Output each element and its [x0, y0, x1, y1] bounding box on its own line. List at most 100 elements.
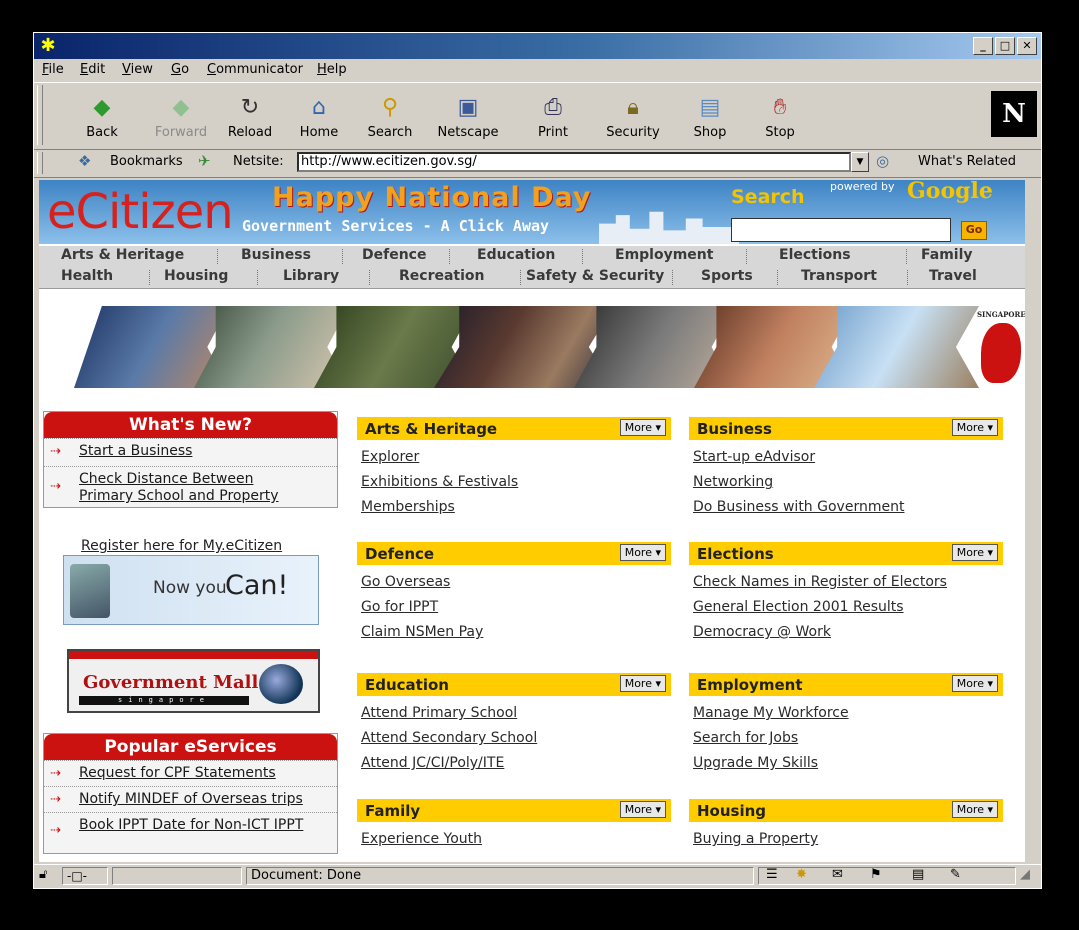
- location-icon[interactable]: ✈︎: [198, 152, 211, 170]
- section-link[interactable]: Buying a Property: [693, 831, 818, 847]
- section-link[interactable]: Exhibitions & Festivals: [361, 474, 518, 490]
- composer-icon[interactable]: ✎: [950, 867, 961, 882]
- section-link[interactable]: Explorer: [361, 449, 419, 465]
- section-link[interactable]: Go Overseas: [361, 574, 450, 590]
- section-title[interactable]: Defence: [365, 545, 434, 563]
- bookmarks-button[interactable]: Bookmarks: [110, 154, 183, 169]
- section-link[interactable]: Start-up eAdvisor: [693, 449, 815, 465]
- back-button[interactable]: ◆ Back: [69, 89, 135, 145]
- nav-elections[interactable]: Elections: [779, 247, 851, 263]
- more-button[interactable]: More ▾: [951, 544, 998, 561]
- nav-health[interactable]: Health: [61, 268, 113, 284]
- menu-edit[interactable]: Edit: [80, 62, 105, 77]
- section-link[interactable]: Attend Primary School: [361, 705, 517, 721]
- url-dropdown-button[interactable]: ▼: [851, 152, 869, 172]
- my-ecitizen-promo[interactable]: Now you Can!: [63, 555, 319, 625]
- section-link[interactable]: Experience Youth: [361, 831, 482, 847]
- more-button[interactable]: More ▾: [951, 801, 998, 818]
- nav-sports[interactable]: Sports: [701, 268, 753, 284]
- address-book-icon[interactable]: ▤: [912, 867, 924, 882]
- nav-library[interactable]: Library: [283, 268, 339, 284]
- nav-transport[interactable]: Transport: [801, 268, 877, 284]
- section-title[interactable]: Arts & Heritage: [365, 420, 497, 438]
- navigator-status-icon[interactable]: ✸: [796, 867, 807, 882]
- section-link[interactable]: Do Business with Government: [693, 499, 904, 515]
- section-link[interactable]: Manage My Workforce: [693, 705, 849, 721]
- nav-safety-security[interactable]: Safety & Security: [526, 268, 664, 284]
- navigator-icon[interactable]: ☰: [766, 867, 778, 882]
- nav-business[interactable]: Business: [241, 247, 311, 263]
- minimize-button[interactable]: _: [973, 37, 993, 55]
- section-link[interactable]: General Election 2001 Results: [693, 599, 904, 615]
- section-link[interactable]: Democracy @ Work: [693, 624, 831, 640]
- google-search-input[interactable]: [731, 218, 951, 242]
- section-title[interactable]: Elections: [697, 545, 774, 563]
- register-link[interactable]: Register here for My.eCitizen: [81, 538, 282, 554]
- whats-related-button[interactable]: What's Related: [918, 154, 1016, 169]
- nav-family[interactable]: Family: [921, 247, 973, 263]
- resize-grip-icon[interactable]: ◢: [1020, 867, 1030, 882]
- more-button[interactable]: More ▾: [619, 544, 666, 561]
- mail-icon[interactable]: ✉: [832, 867, 843, 882]
- nav-recreation[interactable]: Recreation: [399, 268, 485, 284]
- section-link[interactable]: Search for Jobs: [693, 730, 798, 746]
- stop-button[interactable]: ✋︎ Stop: [747, 89, 813, 145]
- section-link[interactable]: Memberships: [361, 499, 455, 515]
- more-button[interactable]: More ▾: [619, 419, 666, 436]
- newsgroups-icon[interactable]: ⚑: [870, 867, 882, 882]
- section-link[interactable]: Networking: [693, 474, 773, 490]
- netscape-logo[interactable]: N: [991, 91, 1037, 137]
- section-title[interactable]: Employment: [697, 676, 803, 694]
- menu-help[interactable]: Help: [317, 62, 347, 77]
- close-button[interactable]: ✕: [1017, 37, 1037, 55]
- vertical-scrollbar[interactable]: [1025, 180, 1041, 862]
- nav-housing[interactable]: Housing: [164, 268, 228, 284]
- nav-arts-heritage[interactable]: Arts & Heritage: [61, 247, 184, 263]
- more-button[interactable]: More ▾: [619, 675, 666, 692]
- menu-view[interactable]: View: [122, 62, 153, 77]
- whats-new-link[interactable]: Start a Business: [44, 439, 337, 459]
- search-button[interactable]: ⚲ Search: [357, 89, 423, 145]
- nav-employment[interactable]: Employment: [615, 247, 713, 263]
- more-button[interactable]: More ▾: [619, 801, 666, 818]
- section-title[interactable]: Family: [365, 802, 420, 820]
- section-title[interactable]: Business: [697, 420, 772, 438]
- netscape-button[interactable]: ▣ Netscape: [435, 89, 501, 145]
- url-input[interactable]: http://www.ecitizen.gov.sg/: [297, 152, 851, 172]
- whats-new-link[interactable]: Check Distance Between Primary School an…: [44, 467, 309, 505]
- popular-eservice-link[interactable]: Book IPPT Date for Non-ICT IPPT: [44, 813, 319, 834]
- title-bar[interactable]: ✱ _ □ ✕: [34, 33, 1041, 59]
- section-link[interactable]: Claim NSMen Pay: [361, 624, 483, 640]
- arrow-icon: ⇢: [50, 479, 61, 494]
- nav-education[interactable]: Education: [477, 247, 555, 263]
- location-grip[interactable]: [37, 152, 43, 174]
- menu-communicator[interactable]: Communicator: [207, 62, 303, 77]
- section-link[interactable]: Go for IPPT: [361, 599, 438, 615]
- section-link[interactable]: Check Names in Register of Electors: [693, 574, 947, 590]
- nav-travel[interactable]: Travel: [929, 268, 977, 284]
- menu-go[interactable]: Go: [171, 62, 189, 77]
- section-title[interactable]: Education: [365, 676, 449, 694]
- print-button[interactable]: ⎙ Print: [520, 89, 586, 145]
- toolbar-grip[interactable]: [37, 85, 43, 145]
- section-link[interactable]: Attend JC/CI/Poly/ITE: [361, 755, 504, 771]
- popular-eservice-link[interactable]: Request for CPF Statements: [44, 761, 337, 781]
- shop-button[interactable]: ▤ Shop: [677, 89, 743, 145]
- government-mall-banner[interactable]: Government Mall singapore: [67, 649, 320, 713]
- section-link[interactable]: Upgrade My Skills: [693, 755, 818, 771]
- popular-eservice-link[interactable]: Notify MINDEF of Overseas trips: [44, 787, 337, 807]
- home-button[interactable]: ⌂ Home: [286, 89, 352, 145]
- ecitizen-logo[interactable]: eCitizen: [47, 184, 234, 240]
- maximize-button[interactable]: □: [995, 37, 1015, 55]
- more-button[interactable]: More ▾: [951, 675, 998, 692]
- security-status-icon[interactable]: 🔓︎: [39, 867, 47, 882]
- nav-defence[interactable]: Defence: [362, 247, 426, 263]
- menu-file[interactable]: File: [42, 62, 64, 77]
- section-title[interactable]: Housing: [697, 802, 766, 820]
- forward-button[interactable]: ◆ Forward: [148, 89, 214, 145]
- more-button[interactable]: More ▾: [951, 419, 998, 436]
- reload-button[interactable]: ↻ Reload: [217, 89, 283, 145]
- security-button[interactable]: 🔒︎ Security: [600, 89, 666, 145]
- section-link[interactable]: Attend Secondary School: [361, 730, 537, 746]
- google-go-button[interactable]: Go: [961, 221, 987, 240]
